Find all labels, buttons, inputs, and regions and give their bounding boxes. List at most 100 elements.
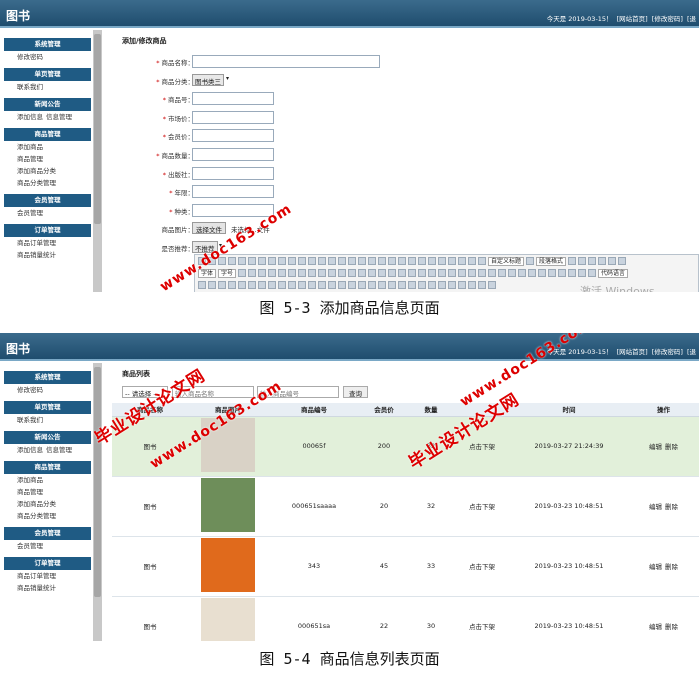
editor-tool-icon[interactable] bbox=[288, 281, 296, 289]
editor-tool-icon[interactable] bbox=[508, 269, 517, 277]
editor-tool-icon[interactable] bbox=[218, 281, 226, 289]
text-input[interactable] bbox=[192, 148, 274, 161]
editor-tool-icon[interactable] bbox=[248, 269, 257, 277]
editor-tool-icon[interactable] bbox=[378, 281, 386, 289]
editor-tool-icon[interactable] bbox=[448, 257, 456, 265]
editor-tool-icon[interactable] bbox=[268, 281, 276, 289]
editor-tool-icon[interactable] bbox=[438, 281, 446, 289]
editor-tool-icon[interactable] bbox=[338, 269, 347, 277]
unlist-link[interactable]: 点击下架 bbox=[454, 596, 510, 641]
sidebar-item-link[interactable]: 会员管理 bbox=[17, 209, 43, 217]
editor-tool-icon[interactable] bbox=[358, 281, 366, 289]
editor-tool-icon[interactable] bbox=[528, 269, 537, 277]
editor-tool-icon[interactable] bbox=[398, 281, 406, 289]
editor-tool-icon[interactable] bbox=[298, 257, 306, 265]
sidebar-item-link[interactable]: 信息管理 bbox=[46, 113, 72, 121]
sidebar-item-link[interactable]: 添加商品 bbox=[17, 143, 43, 151]
editor-tool-icon[interactable] bbox=[348, 257, 356, 265]
text-input[interactable] bbox=[192, 129, 274, 143]
editor-tool-icon[interactable] bbox=[378, 269, 387, 277]
editor-tool-icon[interactable] bbox=[608, 257, 617, 265]
editor-tool-icon[interactable] bbox=[288, 257, 296, 265]
scroll-thumb[interactable] bbox=[94, 34, 101, 224]
editor-tool-icon[interactable] bbox=[308, 257, 316, 265]
editor-tool-icon[interactable] bbox=[368, 269, 377, 277]
editor-tool-icon[interactable] bbox=[288, 269, 297, 277]
unlist-link[interactable]: 点击下架 bbox=[454, 476, 510, 537]
editor-tool-icon[interactable] bbox=[208, 281, 216, 289]
editor-tool-icon[interactable] bbox=[238, 257, 246, 265]
editor-tool-icon[interactable] bbox=[568, 257, 577, 265]
editor-tool-icon[interactable] bbox=[358, 269, 367, 277]
editor-tool-icon[interactable] bbox=[388, 281, 396, 289]
change-password-link[interactable]: [修改密码] bbox=[652, 15, 683, 23]
field-select[interactable]: 图书类三 bbox=[192, 73, 224, 86]
editor-tool-icon[interactable] bbox=[448, 269, 457, 277]
editor-tool-icon[interactable] bbox=[468, 281, 476, 289]
unlist-link[interactable]: 点击下架 bbox=[454, 536, 510, 597]
editor-tool-icon[interactable] bbox=[538, 269, 547, 277]
size-select[interactable]: 字号 bbox=[218, 268, 237, 278]
sidebar-scrollbar[interactable] bbox=[93, 363, 102, 641]
editor-tool-icon[interactable] bbox=[278, 257, 286, 265]
editor-tool-icon[interactable] bbox=[438, 269, 447, 277]
editor-tool-icon[interactable] bbox=[428, 257, 436, 265]
sidebar-item-link[interactable]: 添加商品 bbox=[17, 476, 43, 484]
editor-tool-icon[interactable] bbox=[228, 257, 236, 265]
delete-link[interactable]: 删除 bbox=[665, 623, 678, 631]
sidebar-item-link[interactable]: 商品管理 bbox=[17, 488, 43, 496]
change-password-link[interactable]: [修改密码] bbox=[652, 348, 683, 356]
editor-tool-icon[interactable] bbox=[478, 269, 487, 277]
scroll-thumb[interactable] bbox=[94, 367, 101, 597]
editor-tool-icon[interactable] bbox=[338, 257, 346, 265]
editor-tool-icon[interactable] bbox=[458, 269, 467, 277]
editor-tool-icon[interactable] bbox=[388, 269, 397, 277]
sidebar-item-link[interactable]: 联系我们 bbox=[17, 83, 43, 91]
sidebar-item-link[interactable]: 商品订单管理 bbox=[17, 239, 56, 247]
editor-tool-icon[interactable] bbox=[418, 269, 427, 277]
editor-tool-icon[interactable] bbox=[588, 257, 597, 265]
sidebar-item-link[interactable]: 修改密码 bbox=[17, 53, 43, 61]
editor-tool-icon[interactable] bbox=[328, 257, 336, 265]
editor-tool-icon[interactable] bbox=[408, 269, 417, 277]
text-input[interactable] bbox=[192, 92, 274, 106]
editor-tool-icon[interactable] bbox=[298, 281, 306, 289]
sidebar-item-link[interactable]: 添加信息 bbox=[17, 113, 43, 121]
editor-tool-icon[interactable] bbox=[488, 269, 497, 277]
editor-tool-icon[interactable] bbox=[438, 257, 446, 265]
sidebar-item-link[interactable]: 添加信息 bbox=[17, 446, 43, 454]
custom-title-select[interactable]: 自定义标题 bbox=[488, 256, 525, 266]
sidebar-item-link[interactable]: 商品分类管理 bbox=[17, 512, 56, 520]
editor-tool-icon[interactable] bbox=[518, 269, 527, 277]
edit-link[interactable]: 编辑 bbox=[649, 503, 662, 511]
sidebar-item-link[interactable]: 商品销量统计 bbox=[17, 251, 56, 259]
sidebar-item-link[interactable]: 联系我们 bbox=[17, 416, 43, 424]
editor-tool-icon[interactable] bbox=[598, 257, 607, 265]
text-input[interactable] bbox=[192, 55, 380, 68]
sidebar-item-link[interactable]: 商品订单管理 bbox=[17, 572, 56, 580]
editor-tool-icon[interactable] bbox=[348, 281, 356, 289]
editor-tool-icon[interactable] bbox=[498, 269, 507, 277]
editor-tool-icon[interactable] bbox=[618, 257, 627, 265]
home-link[interactable]: [网站首页] bbox=[617, 348, 648, 356]
editor-tool-icon[interactable] bbox=[478, 281, 486, 289]
editor-tool-icon[interactable] bbox=[198, 281, 206, 289]
sidebar-item-link[interactable]: 商品分类管理 bbox=[17, 179, 56, 187]
editor-tool-icon[interactable] bbox=[408, 281, 416, 289]
sidebar-item-link[interactable]: 修改密码 bbox=[17, 386, 43, 394]
editor-tool-icon[interactable] bbox=[338, 281, 346, 289]
editor-tool-icon[interactable] bbox=[258, 269, 267, 277]
editor-tool-icon[interactable] bbox=[278, 269, 287, 277]
edit-link[interactable]: 编辑 bbox=[649, 443, 662, 451]
editor-tool-icon[interactable] bbox=[578, 269, 587, 277]
editor-tool-icon[interactable] bbox=[408, 257, 416, 265]
sidebar-item-link[interactable]: 会员管理 bbox=[17, 542, 43, 550]
search-button[interactable]: 查询 bbox=[343, 386, 368, 398]
text-input[interactable] bbox=[192, 185, 274, 199]
logout-link[interactable]: [退 bbox=[687, 15, 696, 23]
editor-tool-icon[interactable] bbox=[368, 281, 376, 289]
paragraph-format-select[interactable]: 段落格式 bbox=[536, 256, 567, 266]
editor-tool-icon[interactable] bbox=[268, 257, 276, 265]
editor-tool-icon[interactable] bbox=[418, 257, 426, 265]
editor-tool-icon[interactable] bbox=[308, 281, 316, 289]
